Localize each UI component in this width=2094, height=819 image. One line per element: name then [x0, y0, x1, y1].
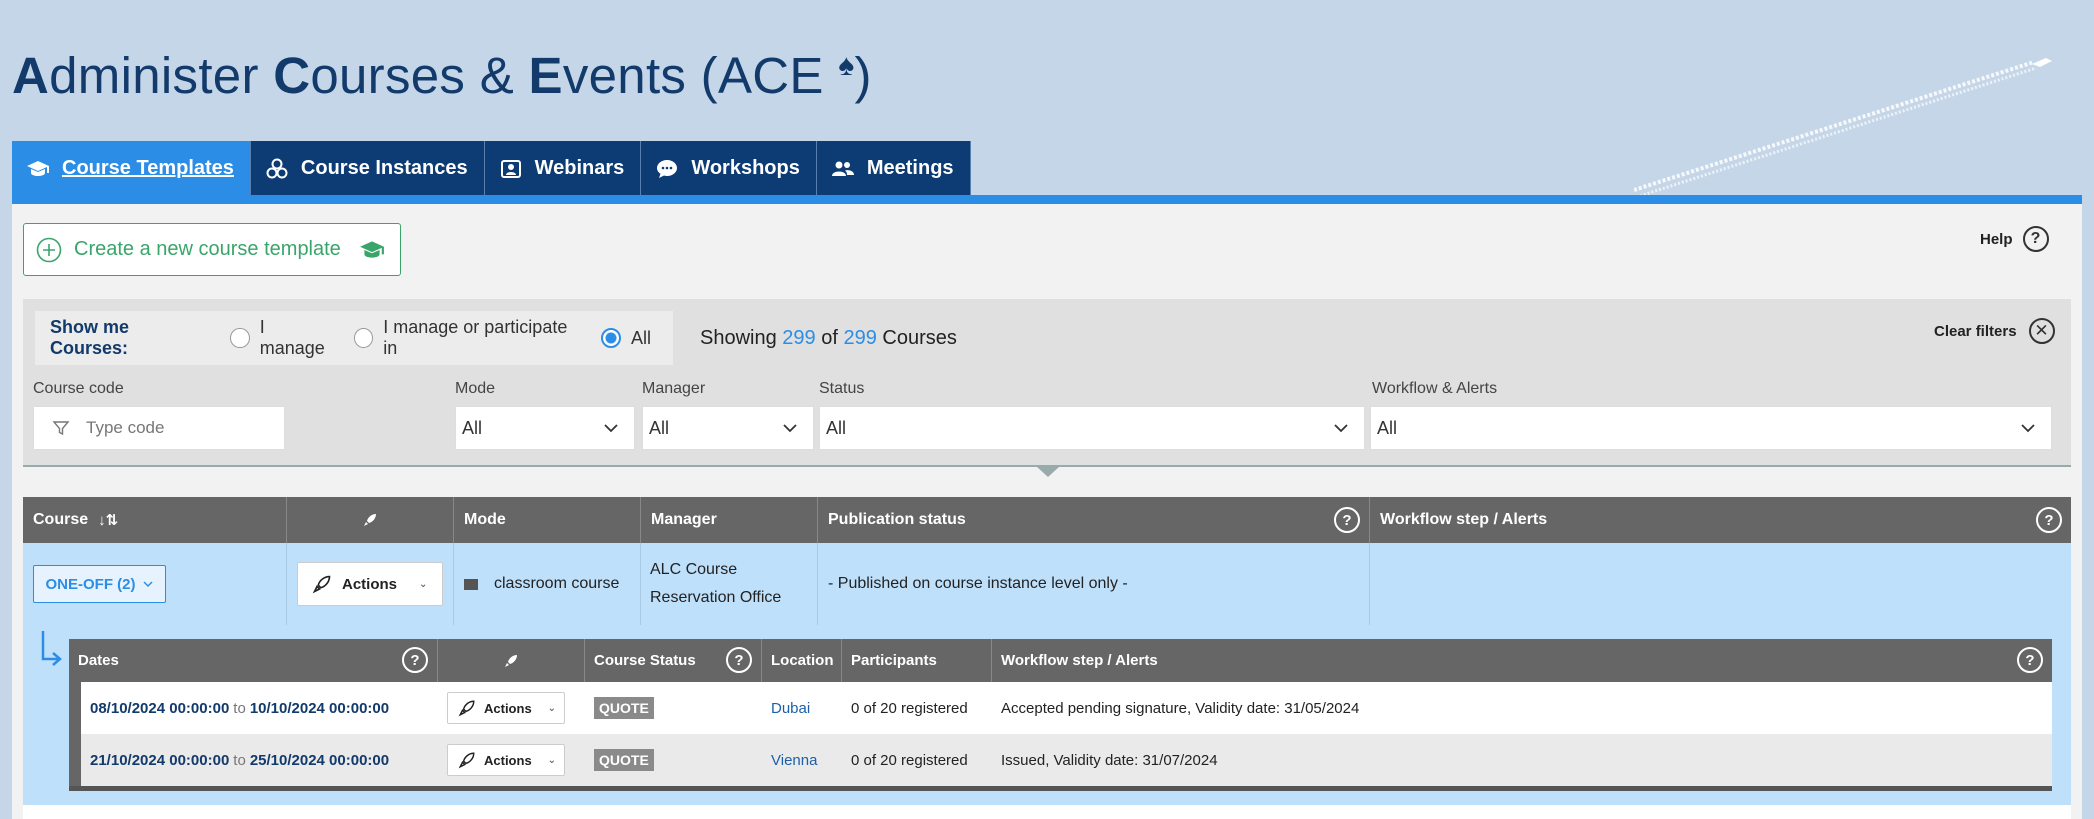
question-circle-icon[interactable]: ? — [402, 647, 428, 673]
instances-table-header: Dates ? Course Status ? Location Partici… — [69, 639, 2052, 682]
question-circle-icon[interactable]: ? — [726, 647, 752, 673]
radio-i-manage[interactable]: I manage — [230, 317, 331, 359]
monitor-icon — [464, 578, 478, 590]
courses-table-header: Course ↓⇅ Mode Manager Publication statu… — [23, 497, 2071, 543]
column-location: Location — [762, 639, 842, 682]
rocket-icon — [458, 700, 475, 717]
graduation-cap-icon — [27, 160, 49, 176]
page-title: Administer Courses & Events (ACE ♠) — [12, 47, 872, 104]
arrow-turn-down-right-icon — [41, 631, 62, 666]
cubes-icon — [266, 158, 288, 178]
table-row: ONE-OFF (2) Actions ⌄ classroom course A… — [23, 543, 2071, 625]
location-value: Vienna — [771, 751, 818, 769]
mode-label: Mode — [455, 380, 496, 397]
manager-label: Manager — [642, 380, 706, 397]
presenter-icon — [500, 159, 521, 178]
chevron-down-icon — [1334, 424, 1348, 433]
chevron-down-icon — [2021, 424, 2035, 433]
chevron-down-icon — [604, 424, 618, 433]
question-circle-icon[interactable]: ? — [2017, 647, 2043, 673]
column-course-status: Course Status ? — [585, 639, 762, 682]
dates-cell: 08/10/2024 00:00:00 to 10/10/2024 00:00:00 — [90, 699, 390, 717]
caret-down-icon: ⌄ — [547, 754, 557, 766]
panel-footer — [23, 805, 2071, 819]
chat-bubble-icon — [657, 159, 678, 178]
location-value: Dubai — [771, 699, 811, 717]
course-code-label: Course code — [33, 380, 124, 397]
rocket-icon — [505, 654, 517, 667]
tab-course-templates[interactable]: Course Templates — [12, 141, 251, 196]
column-actions — [438, 639, 585, 682]
users-icon — [831, 161, 854, 176]
tabs-underline-bar — [12, 195, 2082, 204]
caret-down-icon: ⌄ — [547, 702, 557, 714]
radio-i-manage-or-participate[interactable]: I manage or participate in — [353, 317, 579, 359]
actions-button[interactable]: Actions ⌄ — [297, 562, 443, 606]
participants-value: 0 of 20 registered — [851, 699, 968, 717]
actions-button[interactable]: Actions ⌄ — [447, 692, 565, 724]
help-link[interactable]: Help ? — [1980, 226, 2049, 252]
question-circle-icon: ? — [2022, 226, 2049, 252]
tab-webinars[interactable]: Webinars — [484, 141, 642, 196]
collapse-notch — [1036, 466, 1060, 477]
rocket-icon — [364, 514, 376, 526]
workflow-value: Issued, Validity date: 31/07/2024 — [1001, 751, 1218, 769]
status-badge: QUOTE — [594, 749, 654, 771]
course-code-input[interactable]: Type code — [33, 406, 285, 450]
column-course[interactable]: Course ↓⇅ — [23, 497, 287, 543]
status-select[interactable]: All — [819, 406, 1365, 450]
airplane-contrail-decoration — [1634, 58, 2052, 198]
caret-down-icon: ⌄ — [419, 578, 428, 590]
workflow-alerts-select[interactable]: All — [1370, 406, 2052, 450]
radio-all[interactable]: All — [600, 328, 651, 349]
workflow-alerts-label: Workflow & Alerts — [1372, 380, 1498, 397]
spade-icon: ♠ — [838, 49, 855, 82]
column-manager: Manager — [641, 497, 818, 543]
mode-select[interactable]: All — [455, 406, 635, 450]
tab-course-instances[interactable]: Course Instances — [250, 141, 485, 196]
column-actions — [287, 497, 454, 543]
dates-cell: 21/10/2024 00:00:00 to 25/10/2024 00:00:00 — [90, 751, 390, 769]
plus-circle-icon — [36, 237, 62, 262]
filter-icon — [52, 421, 70, 436]
tab-workshops[interactable]: Workshops — [641, 141, 817, 196]
graduation-cap-icon — [359, 240, 384, 258]
create-course-template-button[interactable]: Create a new course template — [23, 223, 401, 276]
rocket-icon — [312, 575, 331, 594]
sort-icon: ↓⇅ — [98, 512, 119, 529]
column-workflow-alerts: Workflow step / Alerts ? — [1370, 497, 2071, 543]
publication-status-value: - Published on course instance level onl… — [828, 575, 1128, 592]
chevron-down-icon — [783, 424, 797, 433]
status-badge: QUOTE — [594, 697, 654, 719]
question-circle-icon[interactable]: ? — [1334, 507, 1360, 533]
chevron-down-icon — [142, 581, 153, 588]
main-tabs: Course Templates Course Instances Webina… — [12, 141, 971, 196]
show-me-courses-group: Show me Courses: I manage I manage or pa… — [35, 311, 673, 365]
one-off-dropdown-button[interactable]: ONE-OFF (2) — [33, 565, 166, 603]
manager-line-1: ALC Course — [650, 561, 738, 578]
manager-select[interactable]: All — [642, 406, 814, 450]
column-workflow-alerts: Workflow step / Alerts ? — [992, 639, 2052, 682]
table-row: 08/10/2024 00:00:00 to 10/10/2024 00:00:00… — [69, 682, 2052, 734]
participants-value: 0 of 20 registered — [851, 751, 968, 769]
rocket-icon — [458, 752, 475, 769]
column-mode: Mode — [454, 497, 641, 543]
mode-value: classroom course — [494, 575, 620, 592]
status-label: Status — [819, 380, 865, 397]
column-dates: Dates ? — [69, 639, 438, 682]
showing-count: Showing 299 of 299 Courses — [700, 327, 957, 349]
tab-meetings[interactable]: Meetings — [816, 141, 971, 196]
column-publication-status: Publication status ? — [818, 497, 1370, 543]
workflow-value: Accepted pending signature, Validity dat… — [1001, 699, 1360, 717]
manager-line-2: Reservation Office — [650, 589, 782, 606]
table-row: 21/10/2024 00:00:00 to 25/10/2024 00:00:00… — [69, 734, 2052, 786]
column-participants: Participants — [842, 639, 992, 682]
question-circle-icon[interactable]: ? — [2036, 507, 2062, 533]
close-circle-icon: ✕ — [2028, 318, 2055, 344]
clear-filters-button[interactable]: Clear filters ✕ — [1934, 318, 2055, 344]
subtable-bottom-border — [69, 786, 2052, 791]
actions-button[interactable]: Actions ⌄ — [447, 744, 565, 776]
